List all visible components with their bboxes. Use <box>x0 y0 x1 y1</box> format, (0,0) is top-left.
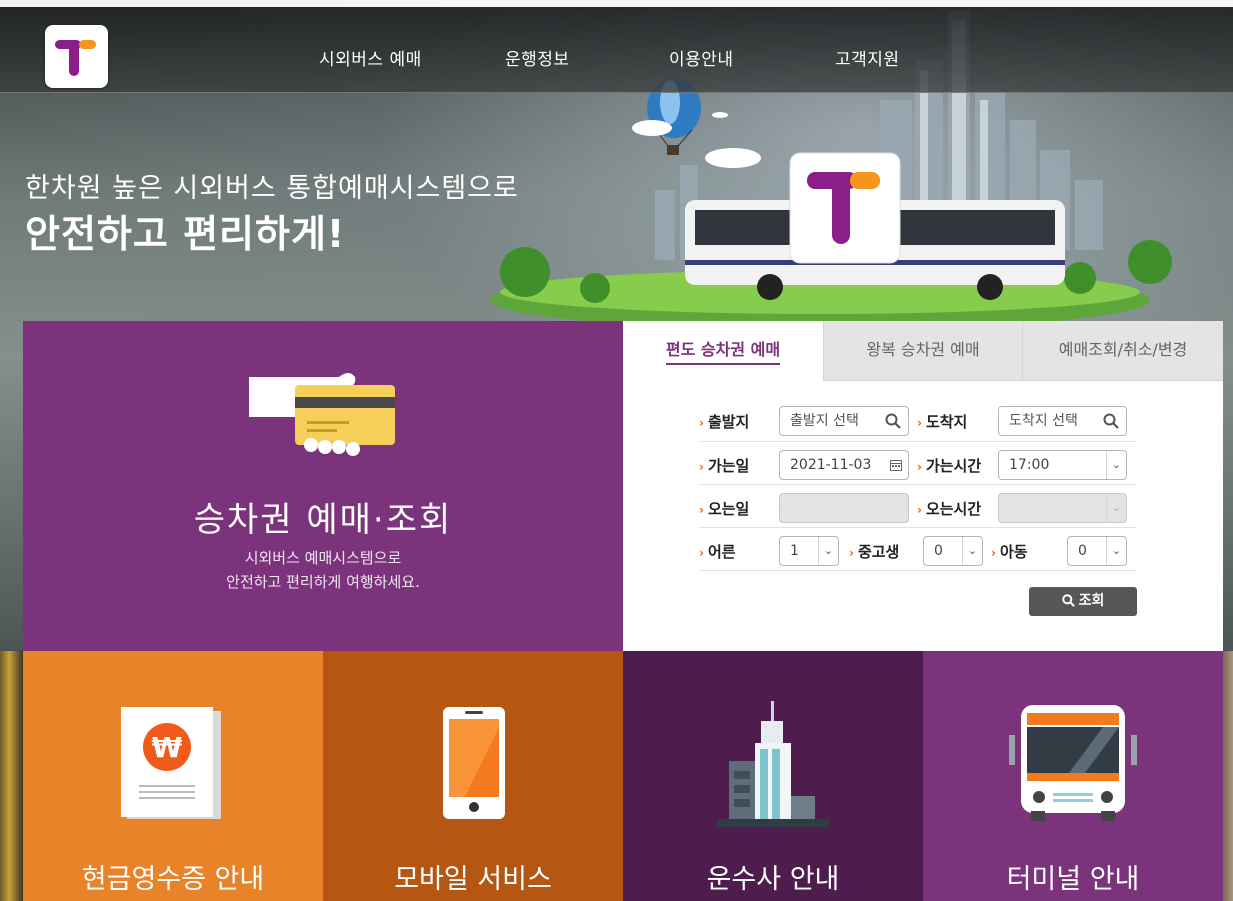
card-desc-line1: 시외버스 예매시스템으로 <box>244 549 402 567</box>
depart-select[interactable]: 출발지 선택 <box>779 406 909 436</box>
tile-carrier-info[interactable]: 운수사 안내 <box>623 651 923 901</box>
nav-item-guide[interactable]: 이용안내 <box>669 45 734 70</box>
building-icon <box>717 701 829 827</box>
search-icon <box>885 413 901 429</box>
background-photo-right <box>1223 651 1233 901</box>
youth-label: › 중고생 <box>849 543 900 561</box>
arrive-label: › 도착지 <box>917 413 968 431</box>
ticket-booking-card: 승차권 예매·조회 시외버스 예매시스템으로 안전하고 편리하게 여행하세요. <box>23 321 623 651</box>
calendar-icon[interactable] <box>890 459 902 471</box>
card-title: 승차권 예매·조회 <box>193 500 453 540</box>
return-datetime-row: › 오는일 › 오는시간 ⌄ <box>699 485 1136 528</box>
tile-terminal-info[interactable]: 터미널 안내 <box>923 651 1223 901</box>
tile-mobile-service-label: 모바일 서비스 <box>394 864 552 895</box>
departure-datetime-row: › 가는일 2021-11-03 › 가는시간 17:00 ⌄ <box>699 442 1136 485</box>
background-photo-left <box>0 651 23 901</box>
card-desc-line2: 안전하고 편리하게 여행하세요. <box>226 573 420 591</box>
search-button[interactable]: 조회 <box>1029 587 1137 616</box>
bus-front-icon <box>1009 705 1137 821</box>
logo[interactable] <box>45 25 108 88</box>
tab-round-trip[interactable]: 왕복 승차권 예매 <box>823 321 1022 381</box>
go-date-input[interactable]: 2021-11-03 <box>779 450 909 480</box>
depart-label: › 출발지 <box>699 413 750 431</box>
receipt-icon: ₩ <box>121 707 221 819</box>
tile-carrier-info-label: 운수사 안내 <box>706 864 840 895</box>
route-row: › 출발지 출발지 선택 › 도착지 도착지 선택 <box>699 399 1136 442</box>
child-label: › 아동 <box>991 543 1028 561</box>
tile-cash-receipt[interactable]: ₩ 현금영수증 안내 <box>23 651 323 901</box>
tile-terminal-info-label: 터미널 안내 <box>1006 864 1140 895</box>
booking-panel: 편도 승차권 예매 왕복 승차권 예매 예매조회/취소/변경 › 출발지 출발지 … <box>623 321 1223 651</box>
t-logo-icon <box>55 40 96 76</box>
child-count-select[interactable]: 0 ⌄ <box>1067 536 1127 566</box>
nav-item-schedule[interactable]: 운행정보 <box>505 45 570 70</box>
search-icon <box>1103 413 1119 429</box>
return-time-label: › 오는시간 <box>917 500 982 518</box>
hero-title: 안전하고 편리하게! <box>25 212 346 256</box>
passenger-row: › 어른 1 ⌄ › 중고생 0 ⌄ › 아동 0 ⌄ <box>699 528 1136 571</box>
tab-lookup-cancel[interactable]: 예매조회/취소/변경 <box>1022 321 1223 381</box>
youth-count-select[interactable]: 0 ⌄ <box>923 536 983 566</box>
arrive-select[interactable]: 도착지 선택 <box>998 406 1127 436</box>
chevron-down-icon: ⌄ <box>1106 494 1126 522</box>
hero-subtitle: 한차원 높은 시외버스 통합예매시스템으로 <box>25 173 519 204</box>
smartphone-icon <box>443 707 505 819</box>
tab-one-way-label: 편도 승차권 예매 <box>665 340 781 365</box>
return-date-label: › 오는일 <box>699 500 750 518</box>
nav-item-bus-booking[interactable]: 시외버스 예매 <box>319 45 422 70</box>
return-time-select[interactable]: ⌄ <box>998 493 1127 523</box>
return-date-input[interactable] <box>779 493 909 523</box>
chevron-down-icon: ⌄ <box>962 537 982 565</box>
chevron-down-icon: ⌄ <box>1106 451 1126 479</box>
search-icon <box>1061 594 1075 607</box>
nav-item-support[interactable]: 고객지원 <box>835 45 900 70</box>
go-time-label: › 가는시간 <box>917 457 982 475</box>
go-time-select[interactable]: 17:00 ⌄ <box>998 450 1127 480</box>
search-button-label: 조회 <box>1078 593 1105 609</box>
adult-label: › 어른 <box>699 543 736 561</box>
adult-count-select[interactable]: 1 ⌄ <box>779 536 839 566</box>
chevron-down-icon: ⌄ <box>818 537 838 565</box>
svg-text:₩: ₩ <box>152 731 183 764</box>
go-date-label: › 가는일 <box>699 457 750 475</box>
tile-cash-receipt-label: 현금영수증 안내 <box>81 864 265 895</box>
chevron-down-icon: ⌄ <box>1106 537 1126 565</box>
tile-mobile-service[interactable]: 모바일 서비스 <box>323 651 623 901</box>
tab-one-way[interactable]: 편도 승차권 예매 <box>623 321 823 381</box>
top-navigation-bar: 시외버스 예매 운행정보 이용안내 고객지원 <box>0 0 1233 93</box>
hand-card-icon <box>249 373 395 456</box>
